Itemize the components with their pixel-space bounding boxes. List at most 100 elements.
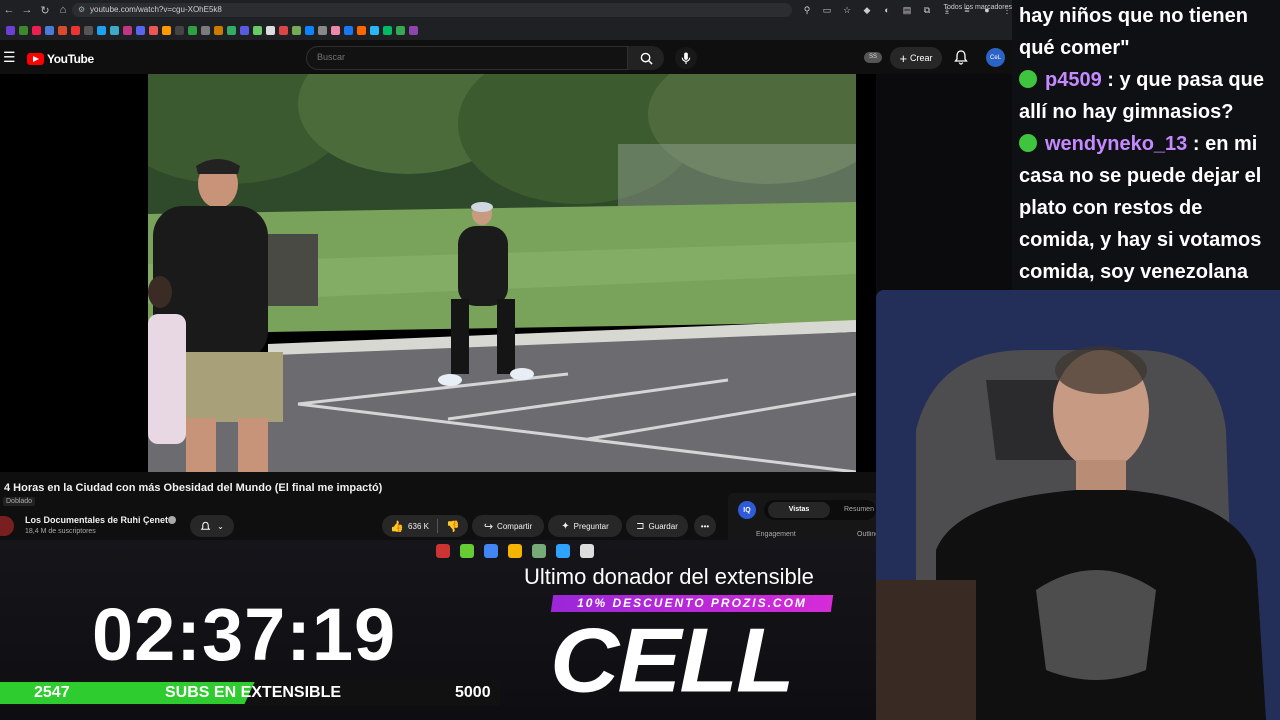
- bookmark-favicon-icon[interactable]: [253, 25, 262, 35]
- taskbar-app-icon[interactable]: [484, 544, 498, 558]
- taskbar-app-icon[interactable]: [580, 544, 594, 558]
- video-frame[interactable]: [148, 74, 856, 472]
- bookmark-favicon-icon[interactable]: [136, 25, 145, 35]
- search-icon: [640, 52, 653, 65]
- bookmark-favicon-icon[interactable]: [110, 25, 119, 35]
- chat-badge-icon: [1019, 70, 1037, 88]
- subs-goal-label: SUBS EN EXTENSIBLE: [165, 684, 342, 701]
- sparkle-icon: ✦: [561, 520, 570, 532]
- taskbar-app-icon[interactable]: [508, 544, 522, 558]
- dubbed-badge: Doblado: [3, 497, 36, 506]
- bookmark-favicon-icon[interactable]: [318, 25, 327, 35]
- bookmark-favicon-icon[interactable]: [123, 25, 132, 35]
- site-info-icon[interactable]: ⚙: [78, 3, 85, 17]
- bookmark-favicon-icon[interactable]: [84, 25, 93, 35]
- bookmark-favicon-icon[interactable]: [6, 25, 15, 35]
- url-bar[interactable]: ⚙ youtube.com/watch?v=cgu-XOhE5k8: [72, 3, 792, 17]
- engagement-label[interactable]: Engagement: [756, 531, 796, 538]
- more-actions-button[interactable]: •••: [694, 515, 716, 537]
- extension-icon[interactable]: ◐: [880, 3, 894, 17]
- bookmark-favicon-icon[interactable]: [71, 25, 80, 35]
- bookmark-favicon-icon[interactable]: [97, 25, 106, 35]
- chat-message: allí no hay gimnasios?: [1019, 96, 1234, 128]
- tab-resumen[interactable]: Resumen: [844, 502, 876, 518]
- outline-label[interactable]: Outline: [857, 531, 876, 538]
- bookmark-star-icon[interactable]: ☆: [840, 3, 854, 17]
- bookmark-favicon-icon[interactable]: [357, 25, 366, 35]
- bookmark-favicon-icon[interactable]: [279, 25, 288, 35]
- subscribed-notifications-button[interactable]: ⌄: [190, 515, 234, 537]
- bookmark-favicon-icon[interactable]: [396, 25, 405, 35]
- extension-icon[interactable]: ◆: [860, 3, 874, 17]
- search-button[interactable]: [628, 46, 664, 70]
- taskbar-app-icon[interactable]: [460, 544, 474, 558]
- ss-badge[interactable]: SS: [864, 52, 882, 63]
- chat-badge-icon: [1019, 134, 1037, 152]
- bookmark-favicon-icon[interactable]: [162, 25, 171, 35]
- all-bookmarks-button[interactable]: Todos los marcadores: [944, 4, 1012, 11]
- bookmark-favicon-icon[interactable]: [32, 25, 41, 35]
- divider: [436, 519, 438, 533]
- save-button[interactable]: ⊐ Guardar: [626, 515, 688, 537]
- bookmark-favicon-icon[interactable]: [149, 25, 158, 35]
- taskbar-app-icon[interactable]: [556, 544, 570, 558]
- zoom-icon[interactable]: ⚲: [800, 3, 814, 17]
- bookmark-favicon-icon[interactable]: [370, 25, 379, 35]
- bell-icon: [200, 521, 211, 530]
- bookmark-favicon-icon[interactable]: [188, 25, 197, 35]
- bookmark-favicon-icon[interactable]: [175, 25, 184, 35]
- chat-username[interactable]: wendyneko_13: [1045, 133, 1187, 155]
- home-icon[interactable]: ⌂: [54, 1, 72, 19]
- share-button[interactable]: ↪ Compartir: [472, 515, 544, 537]
- bookmark-favicon-icon[interactable]: [331, 25, 340, 35]
- chat-text: plato con restos de: [1019, 197, 1203, 219]
- forward-icon[interactable]: →: [18, 1, 36, 19]
- subscriber-count: 18,4 M de suscriptores: [25, 528, 96, 535]
- reload-icon[interactable]: ↻: [36, 1, 54, 19]
- bookmark-favicon-icon[interactable]: [45, 25, 54, 35]
- search-input[interactable]: [317, 52, 607, 62]
- youtube-logo[interactable]: YouTube: [27, 52, 94, 66]
- dislike-button[interactable]: 👎: [446, 520, 460, 533]
- bookmark-favicon-icon[interactable]: [266, 25, 275, 35]
- share-label: Compartir: [497, 521, 533, 531]
- save-label: Guardar: [648, 521, 678, 531]
- thumbs-down-icon: 👎: [445, 520, 460, 533]
- chevron-down-icon: ⌄: [217, 521, 224, 531]
- search-box[interactable]: [306, 46, 628, 70]
- channel-name[interactable]: Los Documentales de Ruhi Çenet: [25, 515, 168, 525]
- youtube-play-icon: [27, 53, 44, 65]
- puzzle-icon[interactable]: ⧉: [920, 3, 934, 17]
- back-icon[interactable]: ←: [0, 1, 18, 19]
- bookmark-favicon-icon[interactable]: [58, 25, 67, 35]
- cast-icon[interactable]: ▭: [820, 3, 834, 17]
- chat-text: qué comer": [1019, 37, 1130, 59]
- tab-vistas[interactable]: Vistas: [768, 502, 830, 518]
- more-icon: •••: [700, 521, 710, 531]
- bookmark-favicon-icon[interactable]: [344, 25, 353, 35]
- bookmark-favicon-icon[interactable]: [305, 25, 314, 35]
- bookmark-favicon-icon[interactable]: [409, 25, 418, 35]
- extension-icon[interactable]: ▤: [900, 3, 914, 17]
- chat-username[interactable]: p4509: [1045, 69, 1102, 91]
- voice-search-button[interactable]: [675, 47, 697, 69]
- microphone-icon: [681, 51, 691, 64]
- bookmark-favicon-icon[interactable]: [214, 25, 223, 35]
- hamburger-menu-icon[interactable]: ☰: [3, 49, 16, 66]
- bookmark-favicon-icon[interactable]: [201, 25, 210, 35]
- ask-button[interactable]: ✦ Preguntar: [548, 515, 622, 537]
- chat-message: casa no se puede dejar el: [1019, 160, 1261, 192]
- subs-goal-target: 5000: [455, 684, 491, 701]
- create-button[interactable]: + Crear: [890, 47, 942, 69]
- notifications-bell-icon[interactable]: [953, 49, 969, 65]
- taskbar-app-icon[interactable]: [436, 544, 450, 558]
- bookmark-favicon-icon[interactable]: [383, 25, 392, 35]
- iq-logo[interactable]: IQ: [738, 501, 756, 519]
- user-avatar[interactable]: CeL: [986, 48, 1005, 67]
- bookmark-favicon-icon[interactable]: [240, 25, 249, 35]
- bookmark-favicon-icon[interactable]: [19, 25, 28, 35]
- bookmark-favicon-icon[interactable]: [292, 25, 301, 35]
- like-button[interactable]: 👍 636 K: [390, 520, 429, 533]
- taskbar-app-icon[interactable]: [532, 544, 546, 558]
- bookmark-favicon-icon[interactable]: [227, 25, 236, 35]
